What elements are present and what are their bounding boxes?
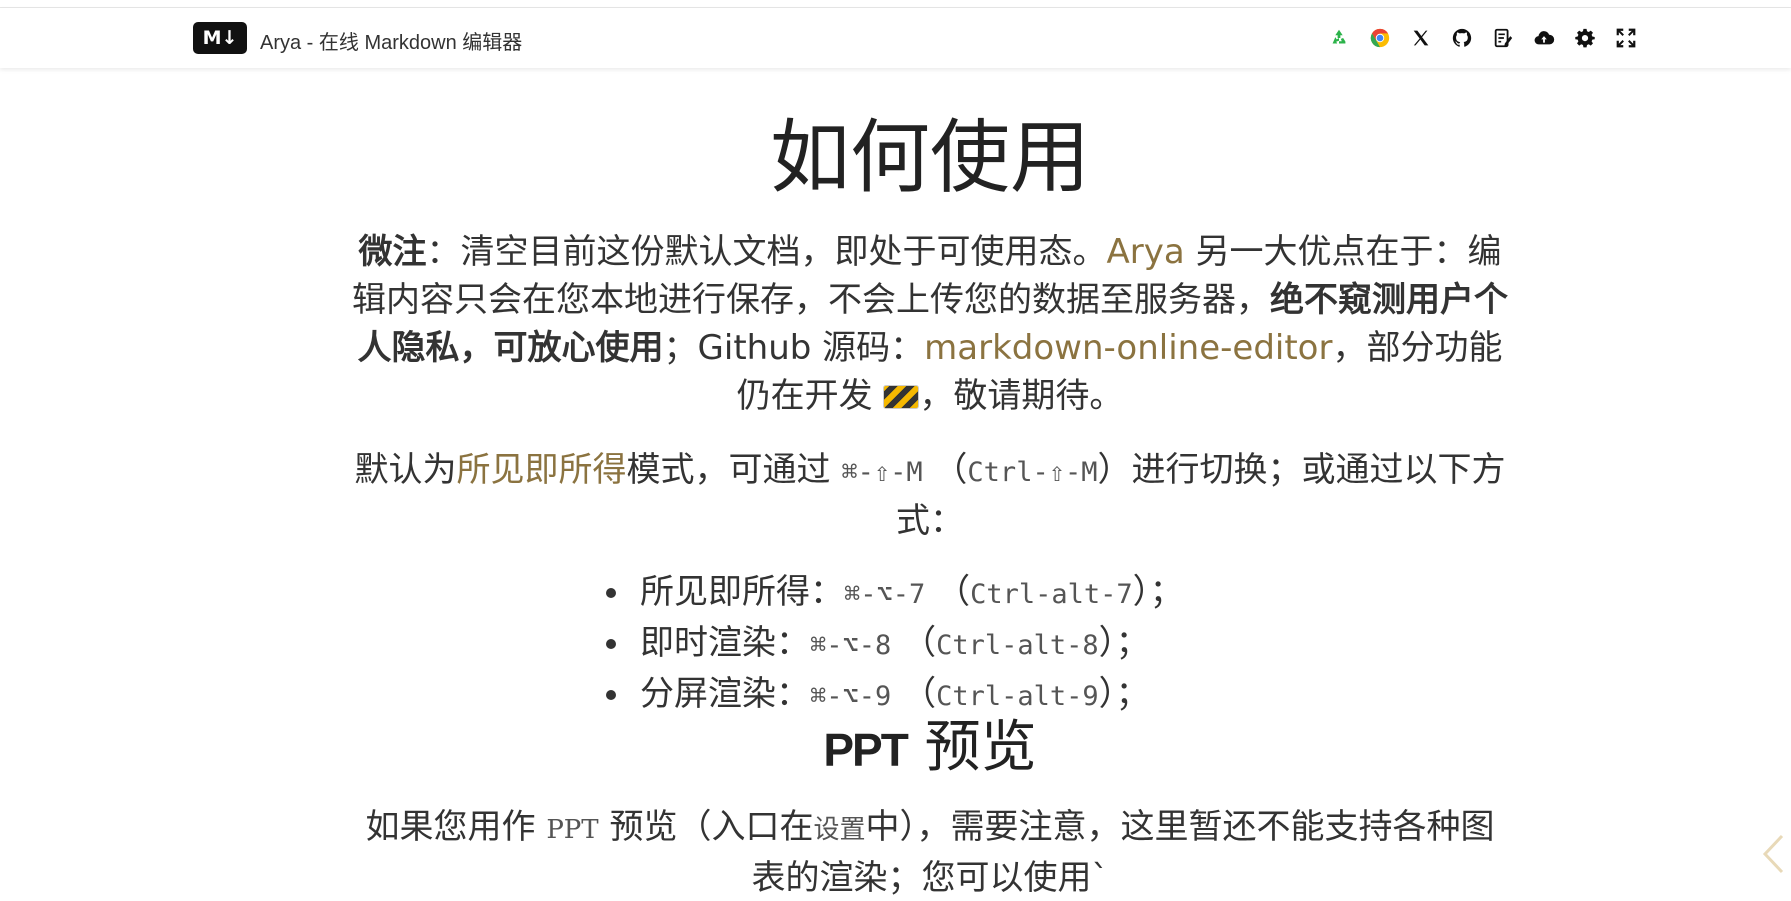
wysiwyg-link[interactable]: 所见即所得 xyxy=(457,450,627,490)
ppt-text-1: 如果您用作 xyxy=(365,807,547,847)
mode-text-2: 模式，可通过 xyxy=(626,450,842,490)
recycle-icon[interactable] xyxy=(1318,25,1359,51)
note-label: 微注 xyxy=(358,232,427,272)
mac-shortcut: ⌘-⌥-8 xyxy=(810,630,892,661)
top-border xyxy=(0,0,1791,8)
intro-text-1: ：清空目前这份默认文档，即处于可使用态。 xyxy=(426,232,1107,272)
shortcut-label: 所见即所得： xyxy=(640,572,844,612)
mode-paragraph: 默认为所见即所得模式，可通过 ⌘-⇧-M （Ctrl-⇧-M）进行切换；或通过以… xyxy=(350,446,1510,545)
ppt-tag: PPT xyxy=(823,724,908,776)
mac-shortcut: ⌘-⌥-7 xyxy=(844,579,926,610)
win-shortcut: Ctrl-alt-7 xyxy=(970,579,1133,610)
arya-link[interactable]: Arya xyxy=(1106,232,1184,272)
shortcut-list: 所见即所得：⌘-⌥-7 （Ctrl-alt-7）； 即时渲染：⌘-⌥-8 （Ct… xyxy=(600,568,1184,721)
gear-icon[interactable] xyxy=(1564,25,1605,51)
paren-close: ）； xyxy=(1132,572,1184,612)
list-item: 即时渲染：⌘-⌥-8 （Ctrl-alt-8）； xyxy=(600,619,1184,670)
app-header: M↓ Arya - 在线 Markdown 编辑器 xyxy=(0,8,1791,68)
mode-text-1: 默认为 xyxy=(354,450,457,490)
ppt-paragraph: 如果您用作 PPT 预览（入口在设置中），需要注意，这里暂还不能支持各种图表的渲… xyxy=(350,803,1510,901)
intro-paragraph: 微注：清空目前这份默认文档，即处于可使用态。Arya 另一大优点在于：编辑内容只… xyxy=(350,228,1510,420)
intro-text-3: ；Github 源码： xyxy=(663,328,925,368)
shortcut-label: 即时渲染： xyxy=(640,623,810,663)
doc-title: 如何使用 xyxy=(770,111,1090,204)
intro-text-5: ，敬请期待。 xyxy=(919,376,1124,416)
fullscreen-icon[interactable] xyxy=(1605,25,1646,51)
ppt-heading: PPT 预览 xyxy=(350,708,1510,790)
mode-text-3: （ xyxy=(922,450,968,490)
chevron-left-icon[interactable] xyxy=(1760,832,1786,876)
mac-shortcut: ⌘-⇧-M xyxy=(841,457,923,488)
toolbar xyxy=(1318,25,1646,51)
edit-note-icon[interactable] xyxy=(1482,25,1523,51)
app-title: Arya - 在线 Markdown 编辑器 xyxy=(260,32,523,54)
list-item: 所见即所得：⌘-⌥-7 （Ctrl-alt-7）； xyxy=(600,568,1184,619)
repo-link[interactable]: markdown-online-editor xyxy=(924,328,1332,368)
ppt-text-2: 预览（入口在 xyxy=(598,807,814,847)
markdown-logo[interactable]: M↓ xyxy=(193,22,247,54)
win-shortcut: Ctrl-⇧-M xyxy=(967,457,1098,488)
ppt-word: PPT xyxy=(546,815,599,845)
settings-word: 设置 xyxy=(813,815,866,845)
cloud-upload-icon[interactable] xyxy=(1523,25,1564,51)
paren-close: ）； xyxy=(1098,623,1150,663)
x-twitter-icon[interactable] xyxy=(1400,25,1441,51)
ppt-heading-text: 预览 xyxy=(906,715,1037,780)
github-icon[interactable] xyxy=(1441,25,1482,51)
editor-preview[interactable]: 如何使用 微注：清空目前这份默认文档，即处于可使用态。Arya 另一大优点在于：… xyxy=(0,68,1791,901)
chrome-icon[interactable] xyxy=(1359,25,1400,51)
win-shortcut: Ctrl-alt-8 xyxy=(936,630,1099,661)
paren-open: （ xyxy=(891,623,937,663)
paren-open: （ xyxy=(925,572,971,612)
construction-icon xyxy=(883,385,920,409)
